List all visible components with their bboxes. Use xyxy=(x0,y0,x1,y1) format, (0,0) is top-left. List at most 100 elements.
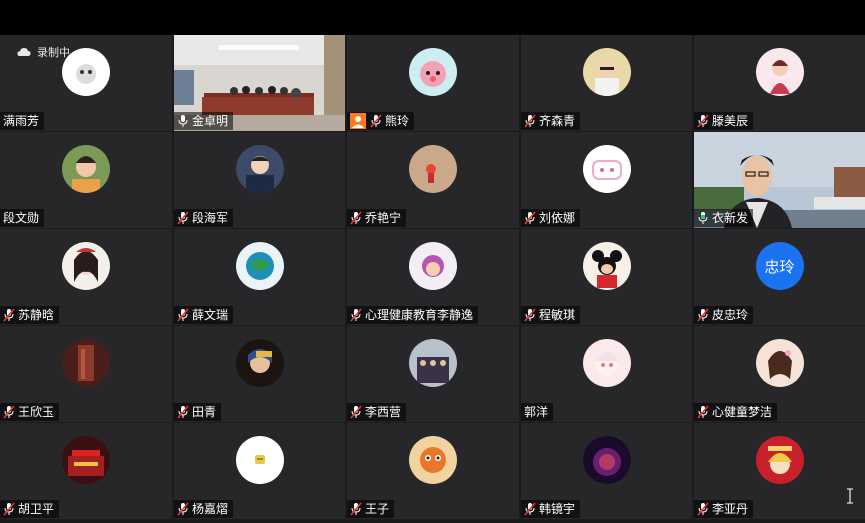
participant-tile[interactable]: 田青 xyxy=(174,326,345,422)
participant-name-bar: 王子 xyxy=(347,500,395,518)
avatar xyxy=(582,242,631,290)
participant-name: 程敏琪 xyxy=(539,308,576,322)
participant-name-bar: 满雨芳 xyxy=(0,112,45,130)
recording-indicator: 录制中 xyxy=(17,44,70,60)
participant-name: 郭洋 xyxy=(524,405,549,419)
participant-tile[interactable]: 王子 xyxy=(347,423,519,519)
cloud-icon xyxy=(17,48,31,56)
participant-name-bar: 心健童梦洁 xyxy=(694,403,778,421)
participant-tile[interactable]: 心健童梦洁 xyxy=(694,326,865,422)
participant-name: 熊玲 xyxy=(385,114,410,128)
avatar xyxy=(409,339,457,387)
participant-name: 韩镜宇 xyxy=(539,502,576,516)
participant-name-bar: 薛文瑞 xyxy=(174,306,234,324)
mic-muted-icon xyxy=(697,114,709,128)
participant-tile[interactable]: 段文勋 xyxy=(0,132,172,228)
participant-tile[interactable]: 韩镜宇 xyxy=(521,423,692,519)
participant-name: 苏静晗 xyxy=(18,308,55,322)
participant-name-bar: 王欣玉 xyxy=(0,403,60,421)
mic-icon xyxy=(177,114,189,128)
participant-tile[interactable]: 忠玲 皮忠玲 xyxy=(694,229,865,325)
avatar xyxy=(755,339,804,387)
avatar xyxy=(582,48,631,96)
participant-tile[interactable]: 薛文瑞 xyxy=(174,229,345,325)
participant-name-bar: 田青 xyxy=(174,403,222,421)
mic-muted-icon xyxy=(350,211,362,225)
top-bar xyxy=(0,0,865,35)
mic-icon xyxy=(697,211,709,225)
participant-name-bar: 胡卫平 xyxy=(0,500,60,518)
participant-name-bar: 杨嘉熠 xyxy=(174,500,234,518)
avatar xyxy=(235,145,284,193)
participant-name: 李西营 xyxy=(365,405,402,419)
host-icon xyxy=(350,113,366,129)
mic-muted-icon xyxy=(370,114,382,128)
participant-name: 金卓明 xyxy=(192,114,229,128)
avatar xyxy=(582,339,631,387)
mic-muted-icon xyxy=(177,405,189,419)
avatar xyxy=(755,48,804,96)
participant-tile[interactable]: 金卓明 xyxy=(174,35,345,131)
participant-name-bar: 熊玲 xyxy=(347,112,415,130)
participant-tile[interactable]: 胡卫平 xyxy=(0,423,172,519)
participant-name: 心健童梦洁 xyxy=(712,405,773,419)
video-grid: 满雨芳 金卓明 熊玲 齐森青 滕美辰段文勋 段海军 乔艳宁 刘依娜 衣新发苏静晗 薛文瑞 心理健康教… xyxy=(0,35,865,523)
participant-name-bar: 郭洋 xyxy=(521,403,554,421)
mic-muted-icon xyxy=(350,502,362,516)
participant-name-bar: 金卓明 xyxy=(174,112,234,130)
participant-tile[interactable]: 滕美辰 xyxy=(694,35,865,131)
participant-tile[interactable]: 李西营 xyxy=(347,326,519,422)
mic-muted-icon xyxy=(177,308,189,322)
participant-name: 田青 xyxy=(192,405,217,419)
avatar xyxy=(62,242,110,290)
participant-name: 刘依娜 xyxy=(539,211,576,225)
avatar xyxy=(409,242,457,290)
avatar xyxy=(409,48,457,96)
mic-muted-icon xyxy=(524,211,536,225)
participant-tile[interactable]: 刘依娜 xyxy=(521,132,692,228)
participant-tile[interactable]: 李亚丹 xyxy=(694,423,865,519)
participant-name-bar: 衣新发 xyxy=(694,209,754,227)
mic-muted-icon xyxy=(697,502,709,516)
participant-tile[interactable]: 郭洋 xyxy=(521,326,692,422)
participant-name-bar: 韩镜宇 xyxy=(521,500,581,518)
participant-name: 齐森青 xyxy=(539,114,576,128)
participant-name: 皮忠玲 xyxy=(712,308,749,322)
participant-name-bar: 李亚丹 xyxy=(694,500,754,518)
avatar xyxy=(62,436,110,484)
participant-tile[interactable]: 杨嘉熠 xyxy=(174,423,345,519)
participant-name: 薛文瑞 xyxy=(192,308,229,322)
recording-label: 录制中 xyxy=(37,46,70,59)
participant-tile[interactable]: 苏静晗 xyxy=(0,229,172,325)
participant-name: 乔艳宁 xyxy=(365,211,402,225)
participant-tile[interactable]: 程敏琪 xyxy=(521,229,692,325)
mic-muted-icon xyxy=(3,308,15,322)
participant-name: 心理健康教育李静逸 xyxy=(365,308,474,322)
participant-tile[interactable]: 王欣玉 xyxy=(0,326,172,422)
participant-tile[interactable]: 熊玲 xyxy=(347,35,519,131)
mic-muted-icon xyxy=(524,502,536,516)
avatar xyxy=(235,436,284,484)
participant-name: 衣新发 xyxy=(712,211,749,225)
participant-name: 满雨芳 xyxy=(3,114,40,128)
avatar xyxy=(755,436,804,484)
participant-tile[interactable]: 衣新发 xyxy=(694,132,865,228)
participant-name-bar: 心理健康教育李静逸 xyxy=(347,306,479,324)
avatar xyxy=(62,145,110,193)
avatar xyxy=(235,339,284,387)
participant-tile[interactable]: 齐森青 xyxy=(521,35,692,131)
participant-name: 王欣玉 xyxy=(18,405,55,419)
participant-tile[interactable]: 段海军 xyxy=(174,132,345,228)
participant-name: 滕美辰 xyxy=(712,114,749,128)
participant-name-bar: 段海军 xyxy=(174,209,234,227)
participant-tile[interactable]: 乔艳宁 xyxy=(347,132,519,228)
avatar xyxy=(409,145,457,193)
mic-muted-icon xyxy=(350,308,362,322)
participant-name-bar: 乔艳宁 xyxy=(347,209,407,227)
avatar xyxy=(409,436,457,484)
participant-tile[interactable]: 心理健康教育李静逸 xyxy=(347,229,519,325)
mic-muted-icon xyxy=(3,405,15,419)
avatar xyxy=(582,145,631,193)
participant-name: 杨嘉熠 xyxy=(192,502,229,516)
participant-name: 胡卫平 xyxy=(18,502,55,516)
